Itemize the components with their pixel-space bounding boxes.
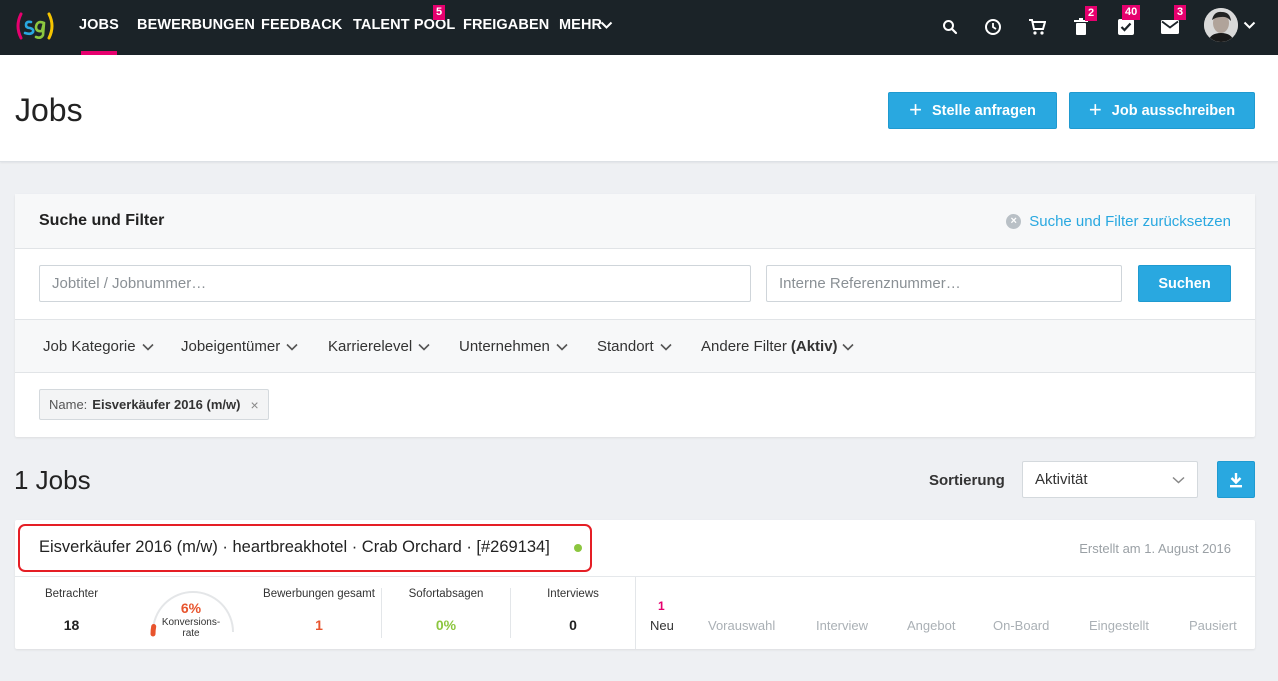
request-position-button[interactable]: + Stelle anfragen [888, 92, 1057, 129]
close-circle-icon: × [1006, 214, 1022, 229]
plus-icon: + [909, 96, 922, 122]
job-card-header: Eisverkäufer 2016 (m/w) · heartbreakhote… [15, 520, 1255, 577]
chevron-down-icon [418, 343, 430, 351]
reset-filter-link[interactable]: × Suche und Filter zurücksetzen [1006, 213, 1231, 230]
conversion-rate-label: Konversions- rate [161, 617, 221, 639]
conversion-gauge: 6% Konversions- rate [148, 584, 238, 640]
post-job-button[interactable]: + Job ausschreiben [1069, 92, 1255, 129]
page-header: Jobs + Stelle anfragen + Job ausschreibe… [0, 55, 1278, 162]
trash-badge: 2 [1085, 6, 1098, 21]
tag-value: Eisverkäufer 2016 (m/w) [92, 397, 241, 412]
filter-card: Suche und Filter × Suche und Filter zurü… [15, 194, 1255, 437]
nav-item-jobs[interactable]: JOBS [79, 0, 119, 55]
close-icon[interactable]: × [250, 397, 258, 413]
stage-preselection[interactable]: Vorauswahl [708, 618, 775, 633]
stage-onboard[interactable]: On-Board [993, 618, 1049, 633]
divider [510, 588, 511, 638]
other-filter-dropdown[interactable]: Andere Filter (Aktiv) [701, 338, 854, 355]
company-label: Unternehmen [459, 338, 550, 355]
stat-rejections-label: Sofortabsagen [408, 588, 484, 600]
avatar[interactable] [1204, 8, 1238, 42]
logo[interactable] [14, 8, 56, 44]
stage-new[interactable]: Neu [650, 618, 674, 633]
job-title-search-input[interactable] [39, 265, 751, 302]
chevron-down-icon [142, 343, 154, 351]
sort-label: Sortierung [929, 472, 1005, 489]
nav-item-freigaben[interactable]: FREIGABEN [463, 0, 549, 55]
clock-icon[interactable] [980, 14, 1006, 40]
chevron-down-icon [660, 343, 672, 351]
chevron-down-icon [556, 343, 568, 351]
nav-item-mehr[interactable]: MEHR [559, 0, 602, 55]
sort-value: Aktivität [1035, 471, 1088, 488]
tag-key: Name: [49, 397, 88, 412]
chevron-down-icon [600, 21, 613, 29]
divider [381, 588, 382, 638]
conversion-rate-value: 6% [180, 600, 202, 616]
nav-item-bewerbungen[interactable]: BEWERBUNGEN [137, 0, 255, 55]
jobs-count: 1 Jobs [14, 465, 91, 495]
career-level-label: Karrierelevel [328, 338, 413, 355]
status-indicator [574, 544, 582, 552]
stat-rejections: Sofortabsagen 0% [391, 588, 501, 633]
active-filter-tag: Name: Eisverkäufer 2016 (m/w) × [39, 389, 269, 420]
location-dropdown[interactable]: Standort [597, 338, 672, 355]
mail-badge: 3 [1174, 5, 1187, 20]
plus-icon: + [1088, 96, 1102, 122]
stat-viewers: Betrachter 18 [29, 588, 114, 633]
job-category-label: Job Kategorie [43, 338, 136, 355]
stat-viewers-value: 18 [63, 617, 80, 633]
search-button[interactable]: Suchen [1138, 265, 1231, 302]
job-category-dropdown[interactable]: Job Kategorie [43, 338, 154, 355]
divider [635, 577, 636, 649]
stage-offer[interactable]: Angebot [907, 618, 955, 633]
stage-paused[interactable]: Pausiert [1189, 618, 1237, 633]
stage-interview[interactable]: Interview [816, 618, 868, 633]
download-icon [1230, 472, 1242, 487]
download-button[interactable] [1217, 461, 1255, 498]
other-filter-state: (Aktiv) [790, 338, 838, 355]
chevron-down-icon[interactable] [1243, 20, 1256, 30]
cart-icon[interactable] [1024, 14, 1050, 40]
nav-item-feedback[interactable]: FEEDBACK [261, 0, 342, 55]
tasks-badge: 40 [1122, 5, 1141, 20]
post-job-label: Job ausschreiben [1111, 102, 1236, 119]
stat-rejections-value: 0% [435, 617, 457, 633]
search-icon[interactable] [937, 14, 963, 40]
nav-item-mehr-label: MEHR [559, 17, 603, 33]
location-label: Standort [597, 338, 654, 355]
stat-interviews-label: Interviews [547, 588, 599, 600]
job-title-link[interactable]: Eisverkäufer 2016 (m/w) · heartbreakhote… [39, 538, 550, 557]
stat-applications: Bewerbungen gesamt 1 [259, 588, 379, 633]
stage-new-count[interactable]: 1 [658, 599, 665, 613]
stat-applications-value: 1 [315, 617, 323, 633]
chevron-down-icon [286, 343, 298, 351]
top-nav: JOBS BEWERBUNGEN FEEDBACK TALENT POOL 5 … [0, 0, 1278, 55]
filter-title: Suche und Filter [39, 212, 165, 229]
stat-interviews-value: 0 [569, 617, 577, 633]
job-card: Eisverkäufer 2016 (m/w) · heartbreakhote… [15, 520, 1255, 649]
page-title: Jobs [15, 92, 83, 128]
chevron-down-icon [841, 343, 854, 351]
reference-number-input[interactable] [766, 265, 1122, 302]
created-date: Erstellt am 1. August 2016 [1079, 541, 1231, 556]
other-filter-label: Andere Filter [701, 338, 787, 355]
chevron-down-icon [1172, 476, 1185, 484]
job-owner-label: Jobeigentümer [181, 338, 281, 355]
stat-applications-label: Bewerbungen gesamt [263, 588, 375, 600]
filter-dropdown-row: Job Kategorie Jobeigentümer Karriereleve… [15, 319, 1255, 373]
reset-filter-label: Suche und Filter zurücksetzen [1029, 213, 1231, 230]
career-level-dropdown[interactable]: Karrierelevel [328, 338, 430, 355]
company-dropdown[interactable]: Unternehmen [459, 338, 568, 355]
talent-pool-badge: 5 [433, 5, 446, 20]
sort-select[interactable]: Aktivität [1022, 461, 1198, 498]
stat-interviews: Interviews 0 [523, 588, 623, 633]
stat-viewers-label: Betrachter [44, 588, 99, 600]
filter-header: Suche und Filter × Suche und Filter zurü… [15, 194, 1255, 249]
request-position-label: Stelle anfragen [931, 102, 1036, 119]
job-owner-dropdown[interactable]: Jobeigentümer [181, 338, 298, 355]
stage-hired[interactable]: Eingestellt [1089, 618, 1149, 633]
